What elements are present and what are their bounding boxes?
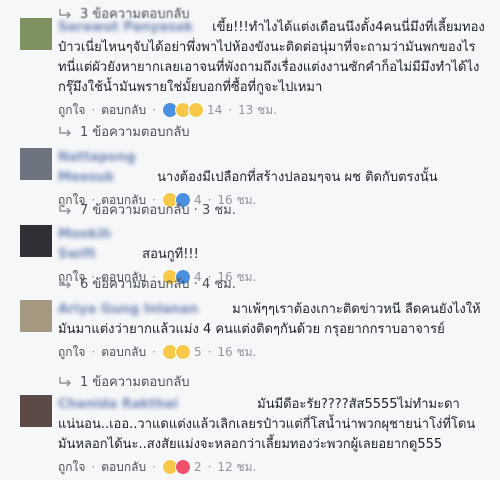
reply-arrow-icon xyxy=(59,376,72,387)
reply-button[interactable]: ตอบกลับ xyxy=(101,100,146,120)
reaction-count: 5 xyxy=(193,345,202,359)
reply-arrow-icon xyxy=(59,278,72,289)
like-button[interactable]: ถูกใจ xyxy=(58,457,85,477)
reactions-icon[interactable] xyxy=(161,102,204,118)
view-replies-label: 6 ข้อความตอบกลับ · 4 ชม. xyxy=(80,277,236,292)
like-button[interactable]: ถูกใจ xyxy=(58,100,85,120)
reaction-count: 14 xyxy=(206,103,223,117)
view-replies-label: 7 ข้อความตอบกลับ · 3 ชม. xyxy=(80,203,236,218)
commenter-name[interactable]: Chanida Rakthai xyxy=(58,395,253,415)
reply-button[interactable]: ตอบกลับ xyxy=(101,342,146,362)
avatar[interactable] xyxy=(20,18,52,50)
comment-text: สอนกูที!!! xyxy=(142,247,199,262)
view-replies-label: 1 ข้อความตอบกลับ xyxy=(80,125,190,140)
comment-time[interactable]: 12 ชม. xyxy=(217,457,256,477)
commenter-name[interactable]: Sarawut Panyasak xyxy=(58,18,208,38)
avatar[interactable] xyxy=(20,225,52,257)
comment-thread: 3 ข้อความตอบกลับ Sarawut Panyasak เขี้ย!… xyxy=(0,0,500,480)
commenter-name[interactable]: Ariya Gung Inlanan xyxy=(58,300,228,320)
comment-text: นางต้องมีเปลือกที่สร้างปลอมๆจน ผช ติดกับ… xyxy=(157,170,438,185)
avatar[interactable] xyxy=(20,300,52,332)
reactions-icon[interactable] xyxy=(161,459,191,475)
reply-arrow-icon xyxy=(59,126,72,137)
reply-arrow-icon xyxy=(59,204,72,215)
avatar[interactable] xyxy=(20,148,52,180)
like-button[interactable]: ถูกใจ xyxy=(58,342,85,362)
commenter-name[interactable]: Mookih Swift xyxy=(58,225,138,265)
comment-time[interactable]: 16 ชม. xyxy=(217,342,256,362)
view-replies-link[interactable]: 7 ข้อความตอบกลับ · 3 ชม. xyxy=(58,199,236,220)
view-replies-link[interactable]: 1 ข้อความตอบกลับ xyxy=(58,121,190,142)
avatar[interactable] xyxy=(20,395,52,427)
reaction-count: 2 xyxy=(193,460,202,474)
commenter-name[interactable]: Nattapong Meesuk xyxy=(58,148,153,188)
view-replies-link[interactable]: 1 ข้อความตอบกลับ xyxy=(58,371,190,392)
reply-button[interactable]: ตอบกลับ xyxy=(101,457,146,477)
reactions-icon[interactable] xyxy=(161,344,191,360)
comment-time[interactable]: 13 ชม. xyxy=(238,100,277,120)
view-replies-link[interactable]: 6 ข้อความตอบกลับ · 4 ชม. xyxy=(58,273,236,294)
view-replies-label: 1 ข้อความตอบกลับ xyxy=(80,375,190,390)
